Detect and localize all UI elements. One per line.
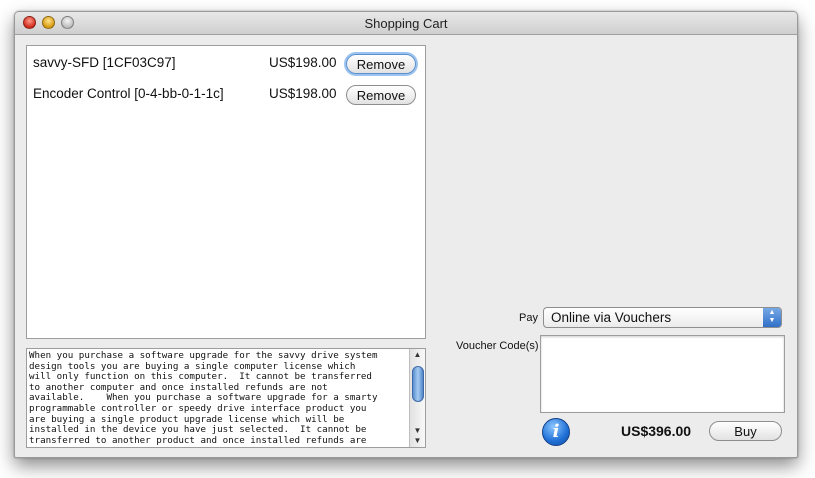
popup-stepper-icon: ▲ ▼ bbox=[763, 308, 781, 327]
shopping-cart-window: Shopping Cart savvy-SFD [1CF03C97] US$19… bbox=[14, 11, 798, 458]
title-bar[interactable]: Shopping Cart bbox=[15, 12, 797, 35]
remove-item-button[interactable]: Remove bbox=[346, 85, 416, 105]
pay-label: Pay bbox=[519, 312, 538, 324]
description-scrollbar[interactable]: ▲ ▼ ▼ bbox=[409, 349, 425, 447]
cart-item-row: Encoder Control [0-4-bb-0-1-1c] US$198.0… bbox=[27, 80, 425, 108]
buy-button[interactable]: Buy bbox=[709, 421, 782, 441]
cart-items-list: savvy-SFD [1CF03C97] US$198.00 Remove En… bbox=[26, 45, 426, 339]
cart-total: US$396.00 bbox=[621, 423, 692, 439]
cart-item-name: Encoder Control [0-4-bb-0-1-1c] bbox=[33, 86, 224, 101]
cart-item-price: US$198.00 bbox=[269, 55, 337, 70]
cart-item-price: US$198.00 bbox=[269, 86, 337, 101]
payment-method-select[interactable]: Online via Vouchers ▲ ▼ bbox=[543, 307, 782, 328]
cart-item-name: savvy-SFD [1CF03C97] bbox=[33, 55, 176, 70]
scroll-up-arrow-icon[interactable]: ▲ bbox=[410, 349, 425, 361]
scroll-thumb[interactable] bbox=[412, 366, 424, 402]
info-icon[interactable]: i bbox=[542, 418, 570, 446]
cart-item-row: savvy-SFD [1CF03C97] US$198.00 Remove bbox=[27, 49, 425, 77]
scroll-down-arrow-icon[interactable]: ▼ bbox=[410, 435, 425, 447]
voucher-code-label: Voucher Code(s) bbox=[456, 340, 539, 352]
window-title: Shopping Cart bbox=[364, 16, 448, 31]
voucher-code-field[interactable] bbox=[540, 335, 785, 413]
license-description-text: When you purchase a software upgrade for… bbox=[29, 350, 378, 446]
remove-item-button[interactable]: Remove bbox=[346, 54, 416, 74]
license-description[interactable]: When you purchase a software upgrade for… bbox=[26, 348, 426, 448]
payment-method-value: Online via Vouchers bbox=[551, 310, 672, 325]
